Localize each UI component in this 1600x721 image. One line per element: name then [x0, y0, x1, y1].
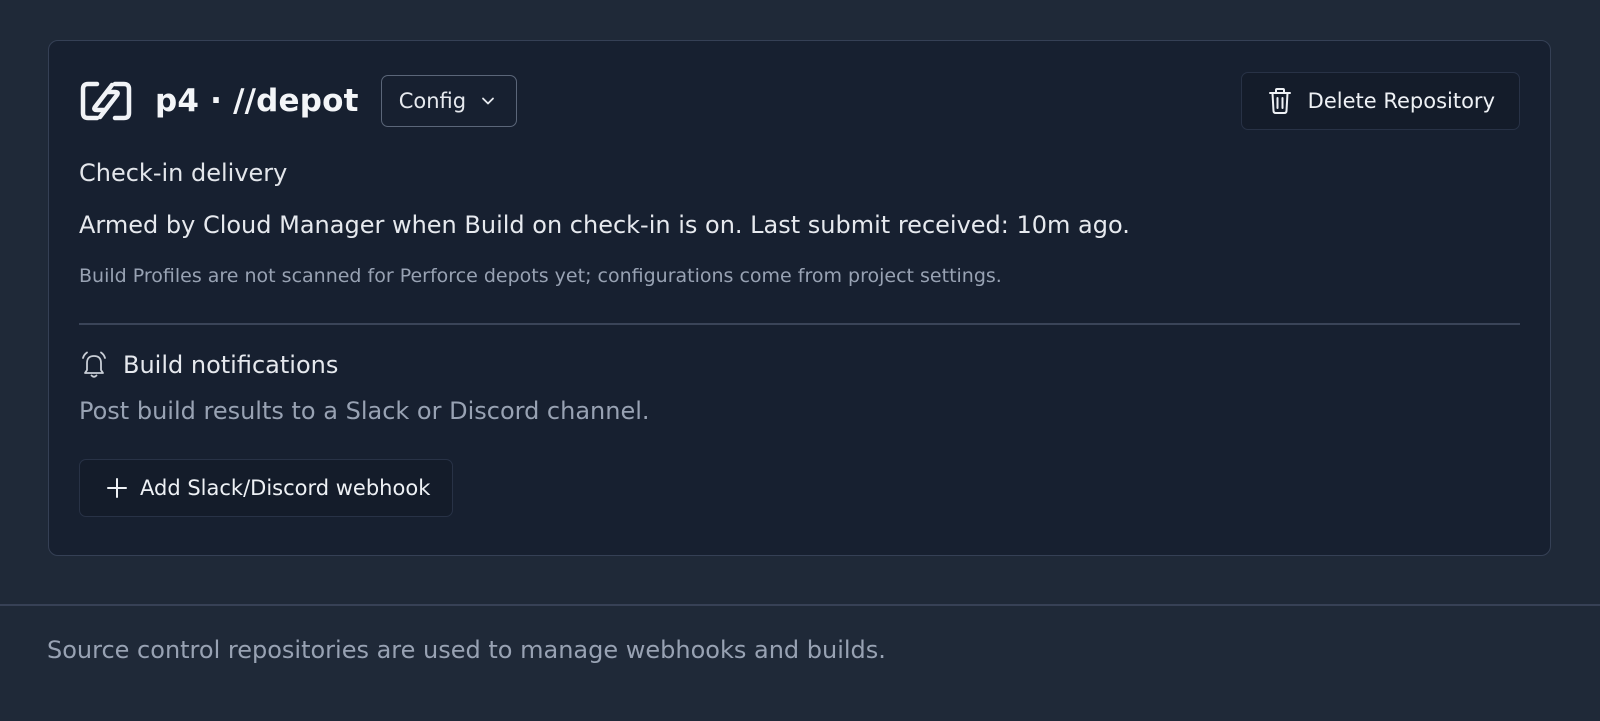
build-notifications-header: Build notifications: [79, 347, 338, 383]
repository-header: p4 · //depot Config: [79, 75, 518, 127]
check-in-delivery-status: Armed by Cloud Manager when Build on che…: [79, 211, 1130, 239]
build-notifications-title: Build notifications: [123, 351, 339, 379]
footer-description: Source control repositories are used to …: [47, 636, 886, 664]
delete-repository-button[interactable]: Delete Repository: [1240, 72, 1520, 130]
perforce-logo-icon: [79, 77, 133, 125]
build-notifications-description: Post build results to a Slack or Discord…: [79, 397, 650, 425]
bell-icon: [79, 350, 109, 380]
check-in-delivery-label: Check-in delivery: [79, 159, 288, 187]
page-divider: [0, 604, 1600, 606]
chevron-down-icon: [480, 93, 496, 109]
repository-title: p4 · //depot: [155, 83, 359, 119]
config-label: Config: [398, 89, 467, 113]
config-dropdown-button[interactable]: Config: [380, 75, 518, 127]
repository-card: p4 · //depot Config Delete Repository Ch…: [48, 40, 1551, 556]
section-divider: [79, 323, 1520, 325]
trash-icon: [1268, 87, 1292, 115]
build-profiles-note: Build Profiles are not scanned for Perfo…: [79, 265, 1002, 287]
plus-icon: [106, 477, 128, 499]
add-webhook-button[interactable]: Add Slack/Discord webhook: [79, 459, 454, 517]
add-webhook-label: Add Slack/Discord webhook: [140, 476, 431, 500]
delete-repository-label: Delete Repository: [1307, 89, 1495, 113]
